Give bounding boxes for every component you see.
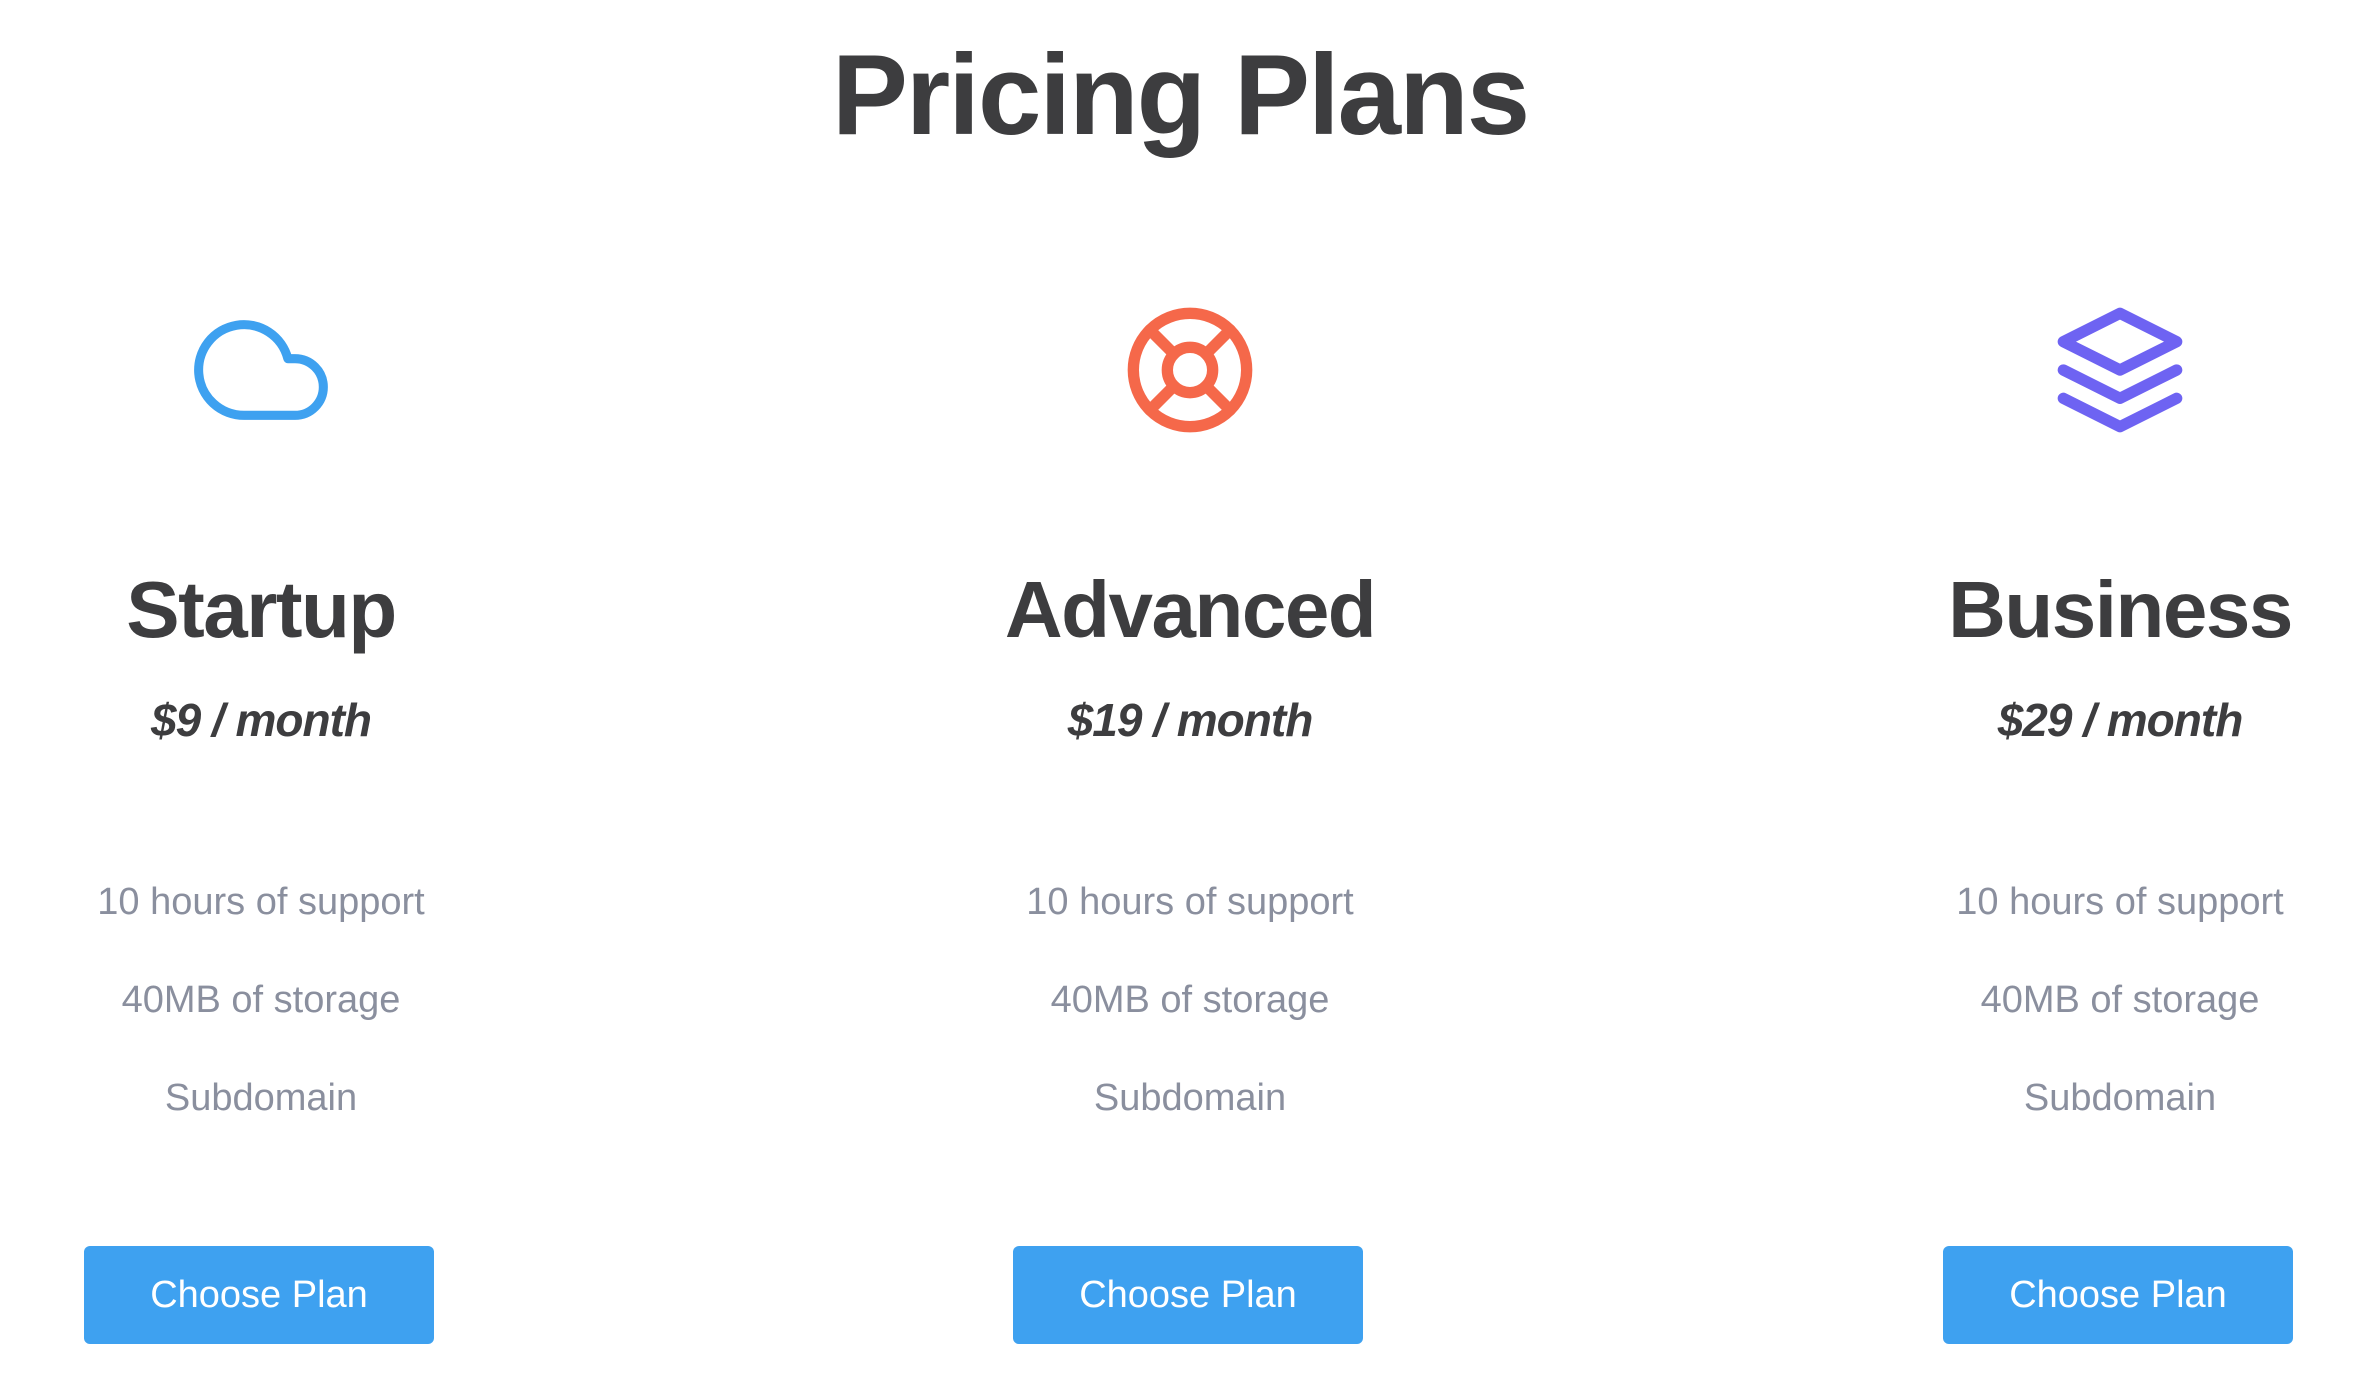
plan-name: Business xyxy=(1948,565,2293,654)
plan-feature: 40MB of storage xyxy=(1050,979,1330,1021)
choose-plan-button[interactable]: Choose Plan xyxy=(1013,1246,1363,1344)
plan-price: $9 / month xyxy=(150,694,372,746)
plan-price: $19 / month xyxy=(1067,694,1314,746)
choose-plan-button[interactable]: Choose Plan xyxy=(84,1246,434,1344)
plan-feature: 40MB of storage xyxy=(1980,979,2260,1021)
plan-feature: Subdomain xyxy=(164,1077,358,1119)
plan-name: Startup xyxy=(126,565,397,654)
plan-feature: Subdomain xyxy=(1093,1077,1287,1119)
life-buoy-icon xyxy=(1122,302,1258,438)
plan-feature: 10 hours of support xyxy=(1026,881,1354,923)
plan-card-startup: Startup $9 / month 10 hours of support 4… xyxy=(0,0,561,1399)
choose-plan-button[interactable]: Choose Plan xyxy=(1943,1246,2293,1344)
plan-feature: 40MB of storage xyxy=(121,979,401,1021)
plan-price: $29 / month xyxy=(1997,694,2244,746)
plan-feature: Subdomain xyxy=(2023,1077,2217,1119)
plan-feature: 10 hours of support xyxy=(1956,881,2284,923)
plan-name: Advanced xyxy=(1004,565,1377,654)
plan-card-business: Business $29 / month 10 hours of support… xyxy=(1820,0,2360,1399)
plan-feature: 10 hours of support xyxy=(97,881,425,923)
layers-icon xyxy=(2052,302,2188,438)
plan-card-advanced: Advanced $19 / month 10 hours of support… xyxy=(890,0,1490,1399)
cloud-icon xyxy=(193,302,329,438)
